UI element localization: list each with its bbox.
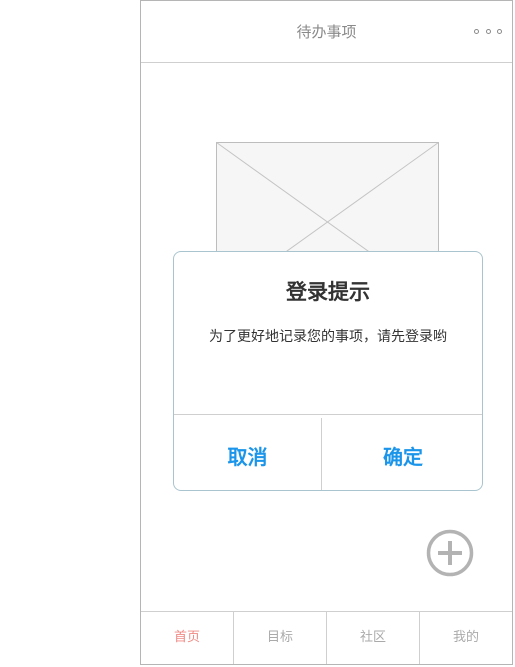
bottom-tab-bar: 首页 目标 社区 我的 — [141, 611, 512, 664]
dot-icon — [485, 28, 491, 34]
dialog-message: 为了更好地记录您的事项，请先登录哟 — [209, 329, 447, 345]
page-title: 待办事项 — [296, 23, 357, 41]
plus-circle-icon[interactable] — [426, 529, 474, 577]
login-dialog: 登录提示 为了更好地记录您的事项，请先登录哟 取消 确定 — [173, 251, 483, 491]
cancel-button[interactable]: 取消 — [174, 415, 321, 490]
dialog-title: 登录提示 — [286, 280, 370, 304]
more-dots-icon[interactable] — [474, 25, 502, 37]
header-bar: 待办事项 — [141, 1, 512, 63]
confirm-button[interactable]: 确定 — [322, 415, 482, 490]
dot-icon — [474, 28, 479, 34]
tab-community[interactable]: 社区 — [327, 612, 420, 664]
tab-home[interactable]: 首页 — [141, 612, 234, 664]
tab-goals[interactable]: 目标 — [234, 612, 327, 664]
tab-mine[interactable]: 我的 — [420, 612, 512, 664]
phone-frame: 待办事项 登录提示 为了更好地记录您的事项，请先登录哟 取消 确定 首页 目标 … — [140, 0, 513, 665]
dot-icon — [497, 28, 502, 34]
